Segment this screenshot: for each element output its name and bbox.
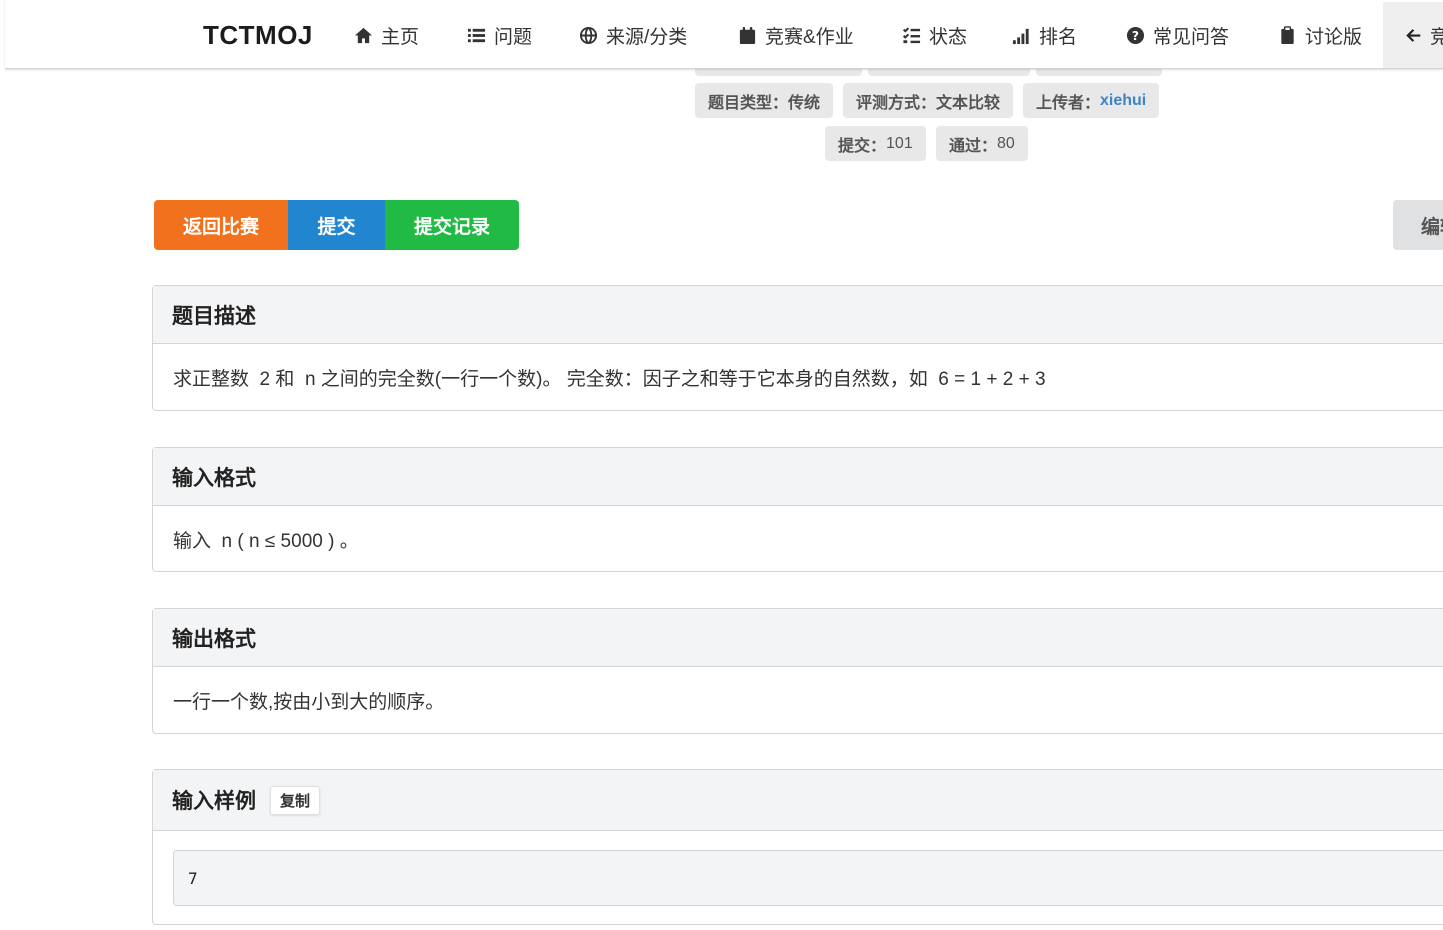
nav-problems-label: 问题 (494, 26, 533, 48)
edit-button[interactable]: 编辑 (1393, 200, 1443, 250)
back-to-contest-button[interactable]: 返回比赛 (154, 200, 288, 250)
judge-method-label: 评测方式： 文本比较 (843, 83, 1014, 118)
nav-discussion[interactable]: 讨论版 (1277, 22, 1362, 48)
nav-status-label: 状态 (929, 26, 968, 48)
nav-ranking[interactable]: 排名 (1011, 22, 1077, 48)
section-title: 输出格式 (153, 609, 1443, 667)
nav-status[interactable]: 状态 (901, 22, 967, 48)
sample-input-code: 7 (173, 850, 1443, 906)
nav-problems[interactable]: 问题 (466, 22, 532, 48)
uploader-label: 上传者： xiehui (1023, 83, 1160, 118)
globe-icon (578, 25, 598, 45)
problem-type-label: 题目类型： 传统 (695, 83, 834, 118)
nav-contests-label: 竞赛&作业 (765, 26, 854, 48)
nav-faq-label: 常见问答 (1153, 26, 1230, 48)
brand-logo[interactable]: TCTMOJ (203, 20, 313, 51)
description-section: 题目描述 求正整数 2 和 n 之间的完全数(一行一个数)。 完全数：因子之和等… (152, 285, 1443, 411)
nav-ranking-label: 排名 (1039, 26, 1078, 48)
top-navbar: TCTMOJ 主页 问题 来源/分类 竞赛&作业 状态 排名 ? 常见问答 讨论… (5, 0, 1443, 69)
input-format-section: 输入格式 输入 n ( n ≤ 5000 ) 。 (152, 447, 1443, 572)
nav-source-label: 来源/分类 (606, 26, 688, 48)
nav-back-to-contest[interactable]: 竞 (1383, 2, 1443, 68)
section-title: 题目描述 (153, 286, 1443, 344)
submit-count-label: 提交： 101 (825, 126, 926, 161)
list-icon (466, 25, 486, 45)
sample-input-header: 输入样例 复制 (153, 770, 1443, 831)
output-format-text: 一行一个数,按由小到大的顺序。 (173, 691, 445, 713)
copy-button[interactable]: 复制 (270, 785, 321, 815)
question-circle-icon: ? (1125, 25, 1145, 45)
output-format-section: 输出格式 一行一个数,按由小到大的顺序。 (152, 608, 1443, 734)
clipboard-icon (1277, 25, 1297, 45)
nav-faq[interactable]: ? 常见问答 (1125, 22, 1229, 48)
uploader-link[interactable]: xiehui (1100, 92, 1146, 110)
nav-home-label: 主页 (381, 26, 420, 48)
home-icon (353, 25, 373, 45)
nav-discussion-label: 讨论版 (1305, 26, 1363, 48)
section-title: 输入格式 (153, 448, 1443, 506)
description-text: 求正整数 2 和 n 之间的完全数(一行一个数)。 完全数：因子之和等于它本身的… (173, 368, 1046, 390)
input-format-text: 输入 n ( n ≤ 5000 ) 。 (173, 530, 359, 552)
nav-source[interactable]: 来源/分类 (578, 22, 687, 48)
sample-input-section: 输入样例 复制 7 (152, 769, 1443, 925)
nav-contests[interactable]: 竞赛&作业 (737, 22, 854, 48)
submit-records-button[interactable]: 提交记录 (385, 200, 519, 250)
tasks-icon (901, 25, 921, 45)
section-title: 输入样例 (172, 790, 256, 813)
svg-text:?: ? (1131, 28, 1138, 42)
calendar-icon (737, 25, 757, 45)
nav-home[interactable]: 主页 (353, 22, 419, 48)
nav-back-label: 竞 (1430, 26, 1443, 48)
signal-icon (1011, 25, 1031, 45)
action-button-group: 返回比赛 提交 提交记录 (154, 200, 519, 250)
submit-button[interactable]: 提交 (288, 200, 385, 250)
arrow-left-icon (1406, 28, 1421, 42)
pass-count-label: 通过： 80 (936, 126, 1028, 161)
